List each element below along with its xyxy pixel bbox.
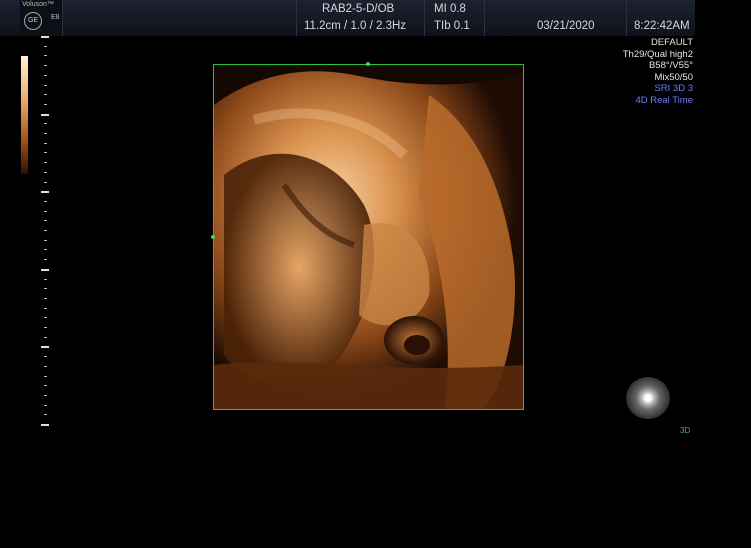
ruler-tick xyxy=(44,152,47,154)
ruler-tick xyxy=(41,36,49,38)
ruler-tick xyxy=(44,142,47,144)
ruler-tick xyxy=(44,356,47,358)
ruler-tick xyxy=(44,327,47,328)
sri-mode: SRI 3D 3 xyxy=(654,83,693,94)
brand-name: Voluson™ xyxy=(22,1,54,8)
mix-ratio: Mix50/50 xyxy=(654,71,693,83)
divider xyxy=(62,0,63,36)
ruler-tick xyxy=(44,365,47,367)
render-roi-box[interactable] xyxy=(213,64,524,410)
ruler-tick xyxy=(44,171,47,173)
mechanical-index: MI 0.8 xyxy=(434,3,466,15)
ruler-tick xyxy=(44,404,47,406)
ruler-tick xyxy=(44,414,47,416)
ruler-tick xyxy=(44,45,47,47)
ruler-tick xyxy=(44,162,47,164)
ruler-tick xyxy=(44,288,47,290)
render-mode-label: 3D xyxy=(680,426,691,435)
divider xyxy=(296,0,297,36)
ruler-tick xyxy=(44,65,47,67)
imaging-settings: DEFAULT Th29/Qual high2 B58°/V55° Mix50/… xyxy=(623,37,693,106)
probe-label: RAB2-5-D/OB xyxy=(322,3,395,15)
sector-angles: B58°/V55° xyxy=(648,60,693,71)
light-source-orb-icon[interactable] xyxy=(626,377,670,419)
ruler-tick xyxy=(41,346,49,349)
model-name: E8 xyxy=(51,14,60,21)
ruler-tick xyxy=(44,55,47,57)
thermal-index: TIb 0.1 xyxy=(434,20,470,32)
ruler-tick xyxy=(44,220,47,222)
ruler-tick xyxy=(44,239,47,241)
divider xyxy=(484,0,485,36)
ruler-tick xyxy=(44,259,47,261)
fetal-3d-render xyxy=(214,65,523,409)
realtime-mode: 4D Real Time xyxy=(635,94,693,106)
ruler-tick xyxy=(44,394,47,396)
ge-logo-icon: GE xyxy=(24,12,42,30)
ruler-tick xyxy=(44,317,47,319)
ruler-tick xyxy=(44,297,47,299)
roi-top-handle[interactable] xyxy=(366,62,370,66)
color-map-bar xyxy=(21,56,28,174)
ruler-tick xyxy=(41,113,49,116)
ruler-tick xyxy=(44,74,47,76)
ruler-tick xyxy=(44,94,47,96)
ruler-tick xyxy=(44,181,47,183)
ruler-tick xyxy=(44,375,47,377)
exam-date: 03/21/2020 xyxy=(537,20,595,32)
ruler-tick xyxy=(44,200,47,202)
roi-left-handle[interactable] xyxy=(211,235,215,239)
ruler-tick xyxy=(41,424,49,426)
divider xyxy=(424,0,425,36)
threshold-quality: Th29/Qual high2 xyxy=(622,48,693,60)
ruler-tick xyxy=(41,191,49,194)
ruler-tick xyxy=(44,249,47,251)
ruler-tick xyxy=(41,268,49,271)
preset-name: DEFAULT xyxy=(650,37,693,48)
divider xyxy=(626,0,627,36)
ruler-tick xyxy=(44,278,47,280)
ruler-tick xyxy=(44,307,47,309)
ruler-tick xyxy=(44,84,47,86)
voluson-logo: Voluson™ GE E8 xyxy=(20,0,62,36)
ruler-tick xyxy=(44,103,47,105)
ruler-tick xyxy=(44,123,47,125)
depth-frequency: 11.2cm / 1.0 / 2.3Hz xyxy=(304,20,407,32)
exam-time: 8:22:42AM xyxy=(634,20,690,32)
ruler-tick xyxy=(44,133,47,134)
depth-ruler xyxy=(41,36,53,436)
ruler-tick xyxy=(44,210,47,212)
ruler-tick xyxy=(44,230,47,231)
ruler-tick xyxy=(44,385,47,387)
ruler-tick xyxy=(44,336,47,338)
